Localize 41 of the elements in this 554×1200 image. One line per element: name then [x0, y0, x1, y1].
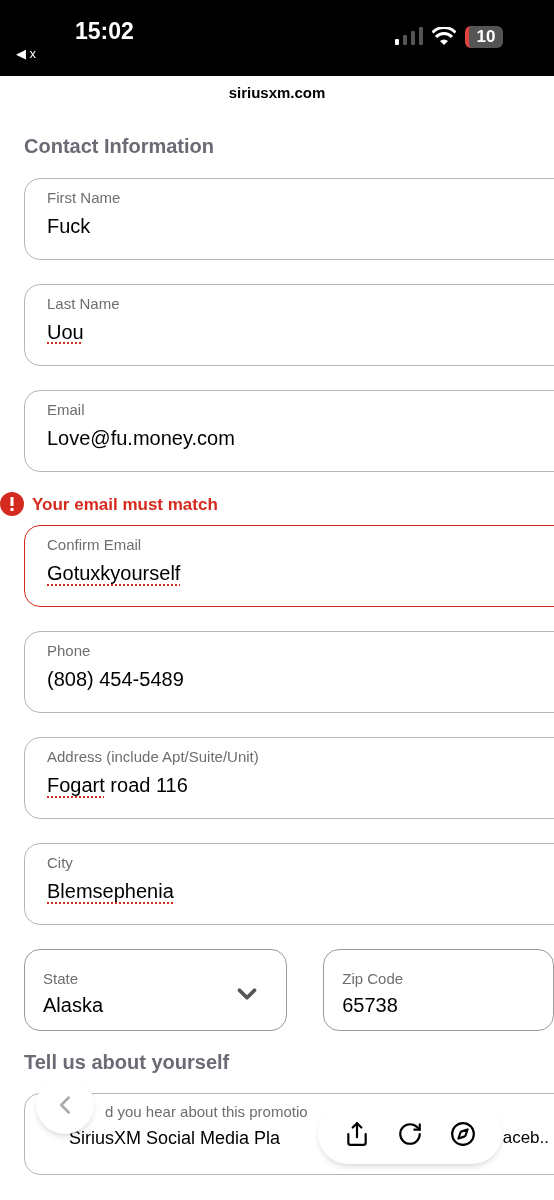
input-field[interactable]: Last Name Uou [24, 283, 554, 366]
url-text[interactable]: siriusxm.com [228, 82, 326, 105]
signal-icon [395, 27, 423, 45]
battery-icon: 10 [465, 26, 503, 48]
field-value: Alaska [43, 993, 104, 1018]
field-value: SiriusXM Social Media Pla [69, 1127, 281, 1150]
input-field[interactable]: First Name Fuck [24, 177, 554, 260]
field-label: Phone [47, 641, 92, 661]
input-field[interactable]: Phone (808) 454-5489 [24, 631, 554, 713]
input-field[interactable]: Confirm Email Gotuxkyourself [24, 525, 554, 607]
error-message: Your email must match [32, 493, 218, 516]
input-field[interactable]: City Blemsephenia [24, 843, 554, 925]
field-value: Gotuxkyourself [47, 561, 182, 586]
field-value: aceb.. [502, 1127, 549, 1149]
field-value: Uou [47, 319, 85, 345]
field-label: Address (include Apt/Suite/Unit) [47, 747, 260, 767]
reload-icon[interactable] [397, 1121, 423, 1147]
field-value: Love@fu.money.com [47, 425, 236, 451]
field-label: State [43, 969, 80, 989]
field-label: First Name [47, 187, 122, 208]
input-field[interactable]: Email Love@fu.money.com [24, 389, 554, 472]
back-to-app-link[interactable]: ◀ x [16, 44, 37, 64]
field-label: d you hear about this promotio [105, 1102, 309, 1122]
field-value: Fuck [47, 213, 92, 239]
clock: 15:02 [75, 17, 134, 46]
section-heading: Contact Information [24, 134, 214, 157]
field-label: City [47, 853, 74, 873]
input-field[interactable]: Address (include Apt/Suite/Unit) Fogart road 116 [24, 737, 554, 819]
field-label: Last Name [47, 293, 121, 314]
wifi-icon [432, 27, 456, 45]
field-label: Confirm Email [47, 535, 143, 555]
field-value: Blemsephenia [47, 879, 175, 904]
field-label: Zip Code [342, 969, 404, 989]
state-dropdown[interactable]: State Alaska [24, 949, 288, 1031]
input-field[interactable]: Zip Code 65738 [323, 949, 554, 1031]
section-heading: Tell us about yourself [24, 1051, 230, 1073]
field-value: 65738 [342, 993, 399, 1018]
field-label: Email [47, 399, 86, 420]
field-value: (808) 454-5489 [47, 667, 185, 692]
field-value: Fogart road 116 [47, 773, 189, 798]
compass-icon[interactable] [450, 1121, 477, 1147]
